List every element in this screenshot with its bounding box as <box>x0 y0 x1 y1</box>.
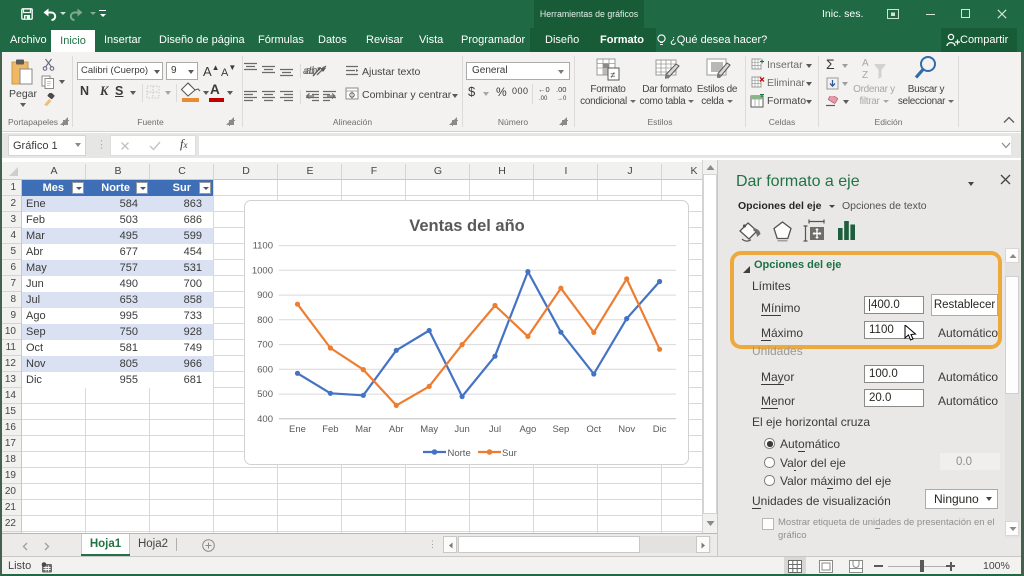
svg-text:600: 600 <box>257 364 273 375</box>
svg-text:→0: →0 <box>557 96 567 102</box>
svg-text:Jun: Jun <box>454 424 469 435</box>
svg-text:May: May <box>420 424 438 435</box>
svg-text:500: 500 <box>257 389 273 400</box>
svg-text:←0: ←0 <box>538 85 550 94</box>
svg-text:Abr: Abr <box>389 424 404 435</box>
svg-text:≠: ≠ <box>611 70 616 80</box>
svg-text:Dic: Dic <box>653 424 667 435</box>
svg-text:A: A <box>862 58 869 69</box>
svg-text:400: 400 <box>257 414 273 425</box>
svg-text:Mar: Mar <box>355 424 371 435</box>
svg-text:Norte: Norte <box>448 448 471 459</box>
svg-text:800: 800 <box>257 315 273 326</box>
svg-text:1100: 1100 <box>253 241 273 252</box>
svg-text:Z: Z <box>862 70 868 81</box>
svg-text:700: 700 <box>257 340 273 351</box>
svg-text:Ventas del año: Ventas del año <box>409 217 525 235</box>
svg-text:Sur: Sur <box>502 448 517 459</box>
svg-text:.00: .00 <box>539 96 548 102</box>
svg-text:Jul: Jul <box>489 424 501 435</box>
svg-text:Ago: Ago <box>519 424 536 435</box>
svg-text:.00: .00 <box>556 85 566 94</box>
svg-text:Sep: Sep <box>552 424 569 435</box>
svg-text:900: 900 <box>257 290 273 301</box>
svg-text:Nov: Nov <box>618 424 635 435</box>
svg-text:Oct: Oct <box>586 424 601 435</box>
svg-text:Feb: Feb <box>322 424 338 435</box>
svg-text:ab: ab <box>305 65 317 77</box>
svg-text:1000: 1000 <box>252 265 273 276</box>
svg-text:Ene: Ene <box>289 424 306 435</box>
